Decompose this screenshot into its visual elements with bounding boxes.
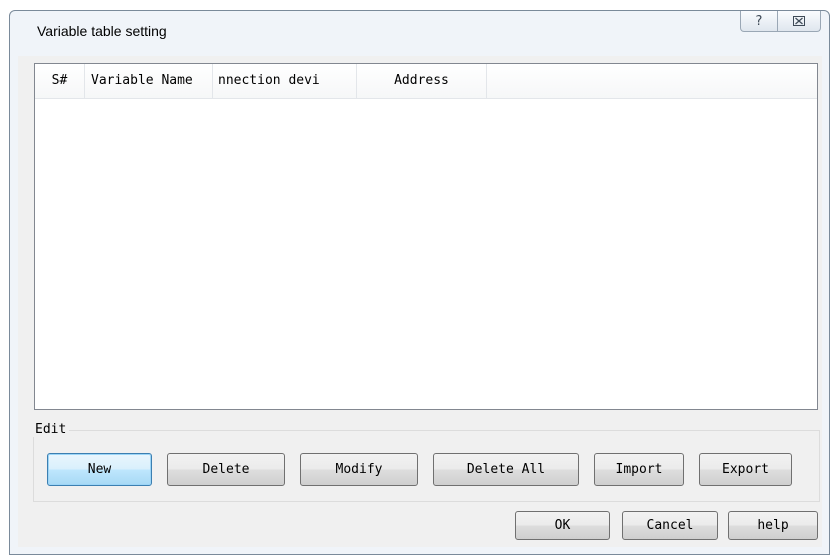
help-icon[interactable]: ? xyxy=(741,11,777,31)
column-header-sn[interactable]: S# xyxy=(35,64,85,98)
column-header-connection-device[interactable]: nnection devi xyxy=(213,64,357,98)
edit-group-label: Edit xyxy=(32,422,70,437)
import-button[interactable]: Import xyxy=(594,453,684,486)
modify-button[interactable]: Modify xyxy=(300,453,418,486)
close-glyph xyxy=(793,16,805,26)
title-bar: Variable table setting ? xyxy=(10,11,829,51)
caption-buttons: ? xyxy=(740,11,821,32)
new-button[interactable]: New xyxy=(47,453,152,486)
variable-table-dialog: Variable table setting ? S# Variable Nam… xyxy=(9,10,830,555)
delete-all-button[interactable]: Delete All xyxy=(433,453,579,486)
dialog-client-area: S# Variable Name nnection devi Address E… xyxy=(18,56,822,547)
export-button[interactable]: Export xyxy=(699,453,792,486)
delete-button[interactable]: Delete xyxy=(167,453,285,486)
close-icon[interactable] xyxy=(777,11,820,31)
list-header: S# Variable Name nnection devi Address xyxy=(35,64,817,99)
ok-button[interactable]: OK xyxy=(515,511,610,540)
window-title: Variable table setting xyxy=(37,23,167,39)
column-header-variable-name[interactable]: Variable Name xyxy=(85,64,213,98)
variable-list[interactable]: S# Variable Name nnection devi Address xyxy=(34,63,818,410)
cancel-button[interactable]: Cancel xyxy=(622,511,718,540)
column-header-address[interactable]: Address xyxy=(357,64,487,98)
help-button[interactable]: help xyxy=(728,511,818,540)
